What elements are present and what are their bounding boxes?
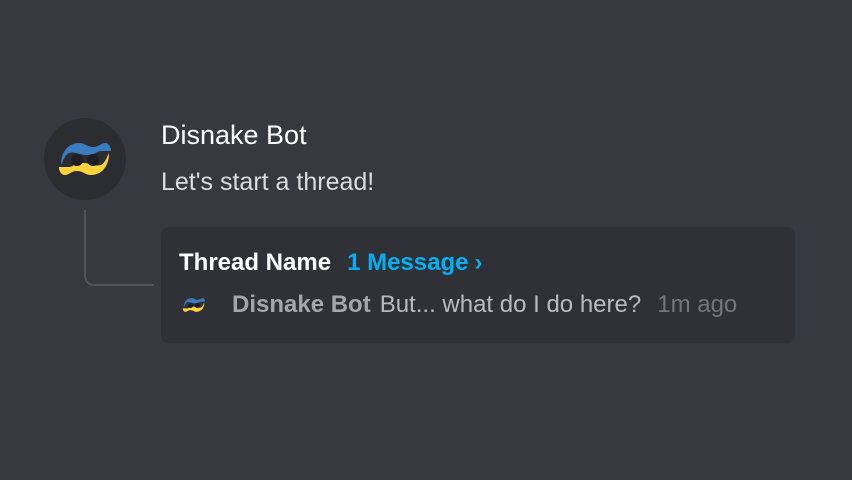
- bot-avatar[interactable]: [44, 118, 126, 200]
- message-author[interactable]: Disnake Bot: [161, 120, 307, 151]
- message-content: Let's start a thread!: [161, 168, 375, 196]
- thread-last-message: Disnake Bot But... what do I do here? 1m…: [181, 291, 737, 319]
- preview-text: But... what do I do here?: [379, 291, 642, 318]
- preview-author: Disnake Bot: [232, 291, 371, 318]
- thread-header: Thread Name 1 Message ›: [179, 249, 482, 277]
- thread-message-count-link[interactable]: 1 Message ›: [347, 249, 482, 277]
- disnake-logo-icon: [182, 298, 206, 312]
- thread-name[interactable]: Thread Name: [179, 249, 331, 277]
- preview-avatar: [181, 292, 207, 318]
- preview-timestamp: 1m ago: [657, 291, 738, 318]
- chevron-right-icon: ›: [474, 249, 483, 276]
- thread-message-count: 1 Message: [347, 249, 469, 276]
- thread-connector-line: [84, 210, 154, 286]
- disnake-logo-icon: [59, 143, 111, 175]
- thread-card[interactable]: Thread Name 1 Message › Disnake Bot But..…: [161, 227, 795, 343]
